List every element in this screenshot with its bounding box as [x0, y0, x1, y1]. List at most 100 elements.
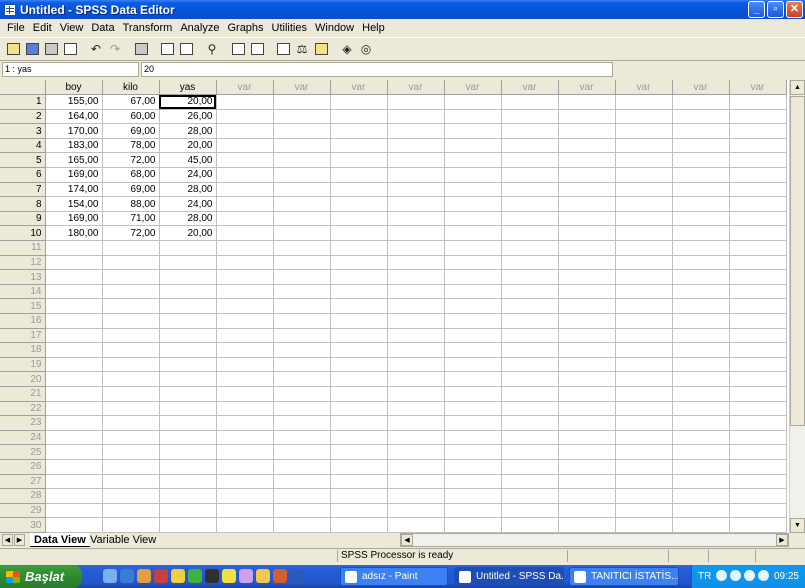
data-cell[interactable] [387, 415, 445, 431]
variables-icon[interactable] [177, 40, 195, 58]
data-cell[interactable] [216, 138, 274, 154]
data-cell[interactable] [729, 371, 787, 387]
data-cell[interactable] [45, 415, 103, 431]
data-cell[interactable] [387, 503, 445, 519]
data-cell[interactable] [45, 430, 103, 446]
data-cell[interactable]: 155,00 [45, 94, 103, 110]
data-cell[interactable] [558, 401, 616, 417]
data-cell[interactable]: 174,00 [45, 182, 103, 198]
data-cell[interactable] [615, 444, 673, 460]
row-header[interactable]: 23 [0, 415, 46, 431]
data-cell[interactable] [273, 313, 331, 329]
row-header[interactable]: 17 [0, 328, 46, 344]
data-cell[interactable] [387, 430, 445, 446]
data-cell[interactable] [159, 415, 217, 431]
data-cell[interactable] [273, 342, 331, 358]
data-cell[interactable] [216, 225, 274, 242]
data-cell[interactable] [216, 328, 274, 344]
data-cell[interactable] [615, 284, 673, 300]
data-cell[interactable]: 69,00 [102, 182, 160, 198]
select-cases-icon[interactable] [312, 40, 330, 58]
data-cell[interactable] [501, 123, 559, 139]
data-cell[interactable] [444, 415, 502, 431]
data-cell[interactable] [729, 152, 787, 169]
data-cell[interactable] [444, 269, 502, 285]
data-cell[interactable] [558, 211, 616, 227]
redo-icon[interactable]: ↷ [106, 40, 124, 58]
data-cell[interactable] [273, 371, 331, 387]
tab-variable-view[interactable]: Variable View [86, 533, 160, 547]
row-header[interactable]: 5 [0, 152, 46, 169]
data-cell[interactable] [672, 313, 730, 329]
data-cell[interactable] [159, 517, 217, 533]
data-cell[interactable] [615, 123, 673, 139]
column-header[interactable]: boy [45, 80, 103, 96]
data-cell[interactable] [672, 517, 730, 533]
scroll-right-icon[interactable]: ▶ [776, 534, 788, 546]
data-cell[interactable] [330, 196, 388, 212]
row-header[interactable]: 2 [0, 109, 46, 125]
data-cell[interactable] [102, 328, 160, 344]
column-header[interactable]: var [558, 80, 616, 96]
data-cell[interactable] [558, 167, 616, 183]
data-cell[interactable] [558, 503, 616, 519]
data-cell[interactable] [159, 386, 217, 402]
data-cell[interactable] [444, 138, 502, 154]
data-cell[interactable] [387, 255, 445, 271]
data-cell[interactable] [216, 152, 274, 169]
data-cell[interactable] [159, 371, 217, 387]
data-cell[interactable] [159, 430, 217, 446]
row-header[interactable]: 21 [0, 386, 46, 402]
data-cell[interactable] [615, 109, 673, 125]
data-cell[interactable] [729, 313, 787, 329]
data-cell[interactable] [330, 488, 388, 504]
row-header[interactable]: 14 [0, 284, 46, 300]
data-cell[interactable] [387, 196, 445, 212]
data-cell[interactable] [387, 313, 445, 329]
menu-file[interactable]: File [3, 22, 29, 34]
data-cell[interactable] [159, 328, 217, 344]
data-cell[interactable] [216, 123, 274, 139]
use-sets-icon[interactable]: ◎ [357, 40, 375, 58]
data-cell[interactable]: 20,00 [159, 138, 217, 154]
data-cell[interactable] [102, 488, 160, 504]
data-cell[interactable] [501, 182, 559, 198]
data-cell[interactable] [672, 269, 730, 285]
data-cell[interactable] [102, 401, 160, 417]
data-cell[interactable] [45, 401, 103, 417]
row-header[interactable]: 28 [0, 488, 46, 504]
data-cell[interactable] [615, 211, 673, 227]
dialog-recall-icon[interactable] [61, 40, 79, 58]
data-cell[interactable] [102, 284, 160, 300]
data-cell[interactable] [273, 123, 331, 139]
data-cell[interactable] [330, 138, 388, 154]
task-spss[interactable]: Untitled - SPSS Da... [454, 567, 564, 586]
data-cell[interactable] [615, 94, 673, 110]
data-cell[interactable] [558, 328, 616, 344]
data-cell[interactable] [444, 474, 502, 490]
data-cell[interactable] [387, 225, 445, 242]
data-cell[interactable] [45, 298, 103, 314]
data-cell[interactable] [729, 503, 787, 519]
data-cell[interactable] [615, 371, 673, 387]
data-cell[interactable] [159, 284, 217, 300]
data-cell[interactable]: 72,00 [102, 225, 160, 242]
data-cell[interactable] [501, 517, 559, 533]
data-cell[interactable] [729, 474, 787, 490]
data-cell[interactable] [330, 211, 388, 227]
data-cell[interactable] [615, 167, 673, 183]
insert-variable-icon[interactable] [248, 40, 266, 58]
data-cell[interactable] [558, 109, 616, 125]
data-cell[interactable] [558, 488, 616, 504]
data-cell[interactable] [159, 313, 217, 329]
data-cell[interactable] [330, 167, 388, 183]
data-cell[interactable] [444, 459, 502, 475]
menu-transform[interactable]: Transform [119, 22, 177, 34]
data-cell[interactable] [558, 371, 616, 387]
data-cell[interactable]: 165,00 [45, 152, 103, 169]
data-cell[interactable] [501, 167, 559, 183]
data-cell[interactable] [501, 328, 559, 344]
data-cell[interactable] [558, 240, 616, 256]
data-cell[interactable] [615, 430, 673, 446]
vertical-scrollbar[interactable]: ▲ ▼ [789, 80, 805, 533]
